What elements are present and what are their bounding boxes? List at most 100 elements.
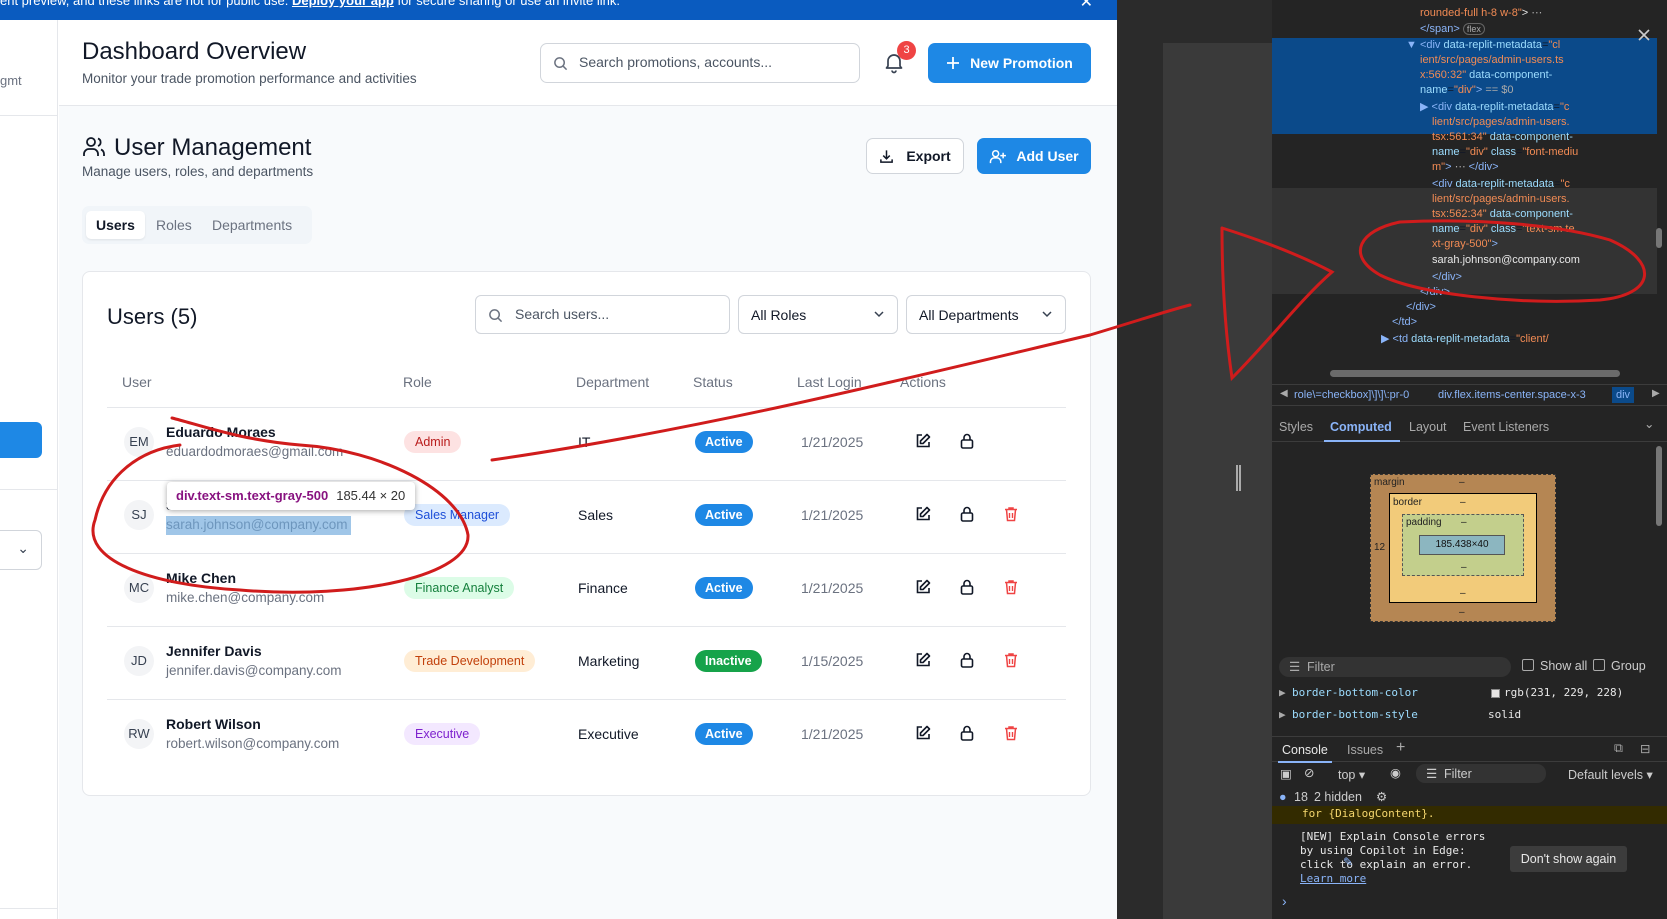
tab-issues[interactable]: Issues (1347, 743, 1383, 757)
add-user-button[interactable]: Add User (977, 138, 1091, 174)
edit-icon[interactable] (914, 578, 932, 596)
trash-icon[interactable] (1002, 505, 1020, 523)
code-line[interactable]: name="div"> == $0 (1420, 83, 1513, 98)
tab-console[interactable]: Console (1282, 743, 1328, 757)
sidebar-active-item[interactable] (0, 422, 42, 458)
code-line[interactable]: tsx:562:34" data-component- (1432, 207, 1573, 222)
global-search-input[interactable] (579, 54, 849, 70)
computed-filter[interactable]: ☰ Filter (1279, 657, 1511, 677)
sidebar-divider (0, 489, 58, 490)
gear-icon[interactable]: ⚙ (1376, 789, 1387, 804)
global-search[interactable] (540, 43, 860, 83)
edit-icon[interactable] (914, 505, 932, 523)
breadcrumb-item-active[interactable]: div (1612, 387, 1635, 403)
filter-icon: ☰ (1289, 660, 1301, 674)
breadcrumb-item[interactable]: div.flex.items-center.space-x-3 (1438, 389, 1586, 401)
tab-styles[interactable]: Styles (1279, 420, 1313, 434)
lock-icon[interactable] (958, 578, 976, 596)
user-search[interactable] (475, 295, 730, 334)
code-line[interactable]: ▶ <td data-replit-metadata="client/ (1381, 332, 1549, 347)
code-line[interactable]: </div> (1406, 300, 1436, 315)
chevron-right-icon[interactable]: ▶ (1652, 388, 1660, 399)
clear-console-icon[interactable]: ⊘ (1304, 765, 1314, 780)
code-line[interactable]: xt-gray-500"> (1432, 237, 1498, 252)
tab-computed[interactable]: Computed (1330, 420, 1392, 434)
sidebar-select[interactable]: ⌄ (0, 530, 42, 570)
plus-icon[interactable]: + (1396, 739, 1405, 757)
code-line[interactable]: ▼ <div data-replit-metadata="cl (1406, 38, 1560, 53)
tab-event-listeners[interactable]: Event Listeners (1463, 420, 1549, 434)
table-row-divider (107, 699, 1066, 700)
deploy-link[interactable]: Deploy your app (292, 0, 394, 8)
code-line[interactable]: </td> (1392, 315, 1417, 330)
code-line[interactable]: x:560:32" data-component- (1420, 68, 1552, 83)
tab-departments[interactable]: Departments (202, 211, 302, 239)
chevron-left-icon[interactable]: ◀ (1280, 388, 1288, 399)
color-swatch[interactable] (1491, 689, 1500, 698)
code-line[interactable]: ▶ <div data-replit-metadata="c (1420, 100, 1569, 115)
elements-scrollbar[interactable] (1656, 38, 1662, 338)
code-line[interactable]: </span> flex (1420, 22, 1485, 37)
trash-icon[interactable] (1002, 724, 1020, 742)
breadcrumb-item[interactable]: role\=checkbox]\]\]\:pr-0 (1294, 389, 1409, 401)
code-line[interactable]: <div data-replit-metadata="c (1432, 177, 1570, 192)
console-filter[interactable]: ☰ Filter (1416, 764, 1546, 783)
code-line[interactable]: name="div" class="text-sm te (1432, 222, 1575, 237)
edit-icon[interactable] (914, 651, 932, 669)
status-badge: Active (695, 577, 753, 599)
code-line[interactable]: </div> (1432, 270, 1462, 285)
property-name[interactable]: border-bottom-style (1292, 708, 1418, 721)
trash-icon[interactable] (1002, 578, 1020, 596)
user-name: Mike Chen (166, 570, 237, 586)
lock-icon[interactable] (958, 651, 976, 669)
code-line[interactable]: tsx:561:34" data-component- (1432, 130, 1573, 145)
copilot-icon[interactable]: ✎ (1343, 855, 1353, 869)
expand-icon[interactable]: ▶ (1279, 708, 1286, 721)
code-line[interactable]: </div> (1420, 285, 1450, 300)
edit-icon[interactable] (914, 432, 932, 450)
tab-roles[interactable]: Roles (146, 211, 202, 239)
property-name[interactable]: border-bottom-color (1292, 686, 1418, 699)
tab-layout[interactable]: Layout (1409, 420, 1447, 434)
expand-icon[interactable]: ▶ (1279, 686, 1286, 699)
code-line[interactable]: sarah.johnson@company.com (1432, 253, 1580, 268)
show-all-checkbox[interactable] (1522, 659, 1534, 671)
code-line[interactable]: m"> ⋯ </div> (1432, 160, 1499, 175)
trash-icon[interactable] (1002, 651, 1020, 669)
context-select[interactable]: top ▾ (1338, 767, 1365, 782)
banner-close-icon[interactable]: ✕ (1080, 0, 1093, 12)
lock-icon[interactable] (958, 432, 976, 450)
chevron-down-icon (1042, 311, 1052, 318)
export-button[interactable]: Export (866, 138, 964, 174)
console-toolbar: ▣ ⊘ top ▾ ◉ ☰ Filter Default levels ▾ (1272, 762, 1667, 786)
role-filter-select[interactable]: All Roles (738, 295, 898, 334)
log-levels-select[interactable]: Default levels ▾ (1568, 767, 1653, 782)
resize-handle[interactable] (1236, 465, 1241, 491)
new-promotion-button[interactable]: New Promotion (928, 43, 1091, 83)
horizontal-scrollbar[interactable] (1330, 370, 1620, 377)
edit-icon[interactable] (914, 724, 932, 742)
dock-icon[interactable]: ⧉ (1614, 741, 1623, 756)
close-drawer-icon[interactable]: ⊟ (1640, 741, 1650, 756)
code-line[interactable]: rounded-full h-8 w-8"> ⋯ (1420, 6, 1542, 21)
user-search-input[interactable] (515, 306, 715, 322)
lock-icon[interactable] (958, 505, 976, 523)
chevron-down-icon[interactable]: ⌄ (1644, 416, 1654, 431)
computed-scrollbar[interactable] (1656, 446, 1662, 526)
eye-icon[interactable]: ◉ (1390, 765, 1401, 780)
column-header-status: Status (693, 374, 733, 390)
department-filter-select[interactable]: All Departments (906, 295, 1066, 334)
code-line[interactable]: lient/src/pages/admin-users. (1432, 115, 1570, 130)
sidebar-toggle-icon[interactable]: ▣ (1280, 766, 1292, 781)
tab-users[interactable]: Users (86, 211, 145, 239)
learn-more-link[interactable]: Learn more (1300, 872, 1485, 886)
group-checkbox[interactable] (1593, 659, 1605, 671)
close-icon[interactable] (1637, 28, 1651, 42)
console-prompt[interactable]: › (1282, 893, 1287, 909)
code-line[interactable]: lient/src/pages/admin-users. (1432, 192, 1570, 207)
lock-icon[interactable] (958, 724, 976, 742)
code-line[interactable]: ient/src/pages/admin-users.ts (1420, 53, 1564, 68)
dont-show-again-button[interactable]: Don't show again (1510, 846, 1627, 872)
code-line[interactable]: name="div" class="font-mediu (1432, 145, 1578, 160)
sidebar-item-label[interactable]: gmt (0, 73, 22, 88)
